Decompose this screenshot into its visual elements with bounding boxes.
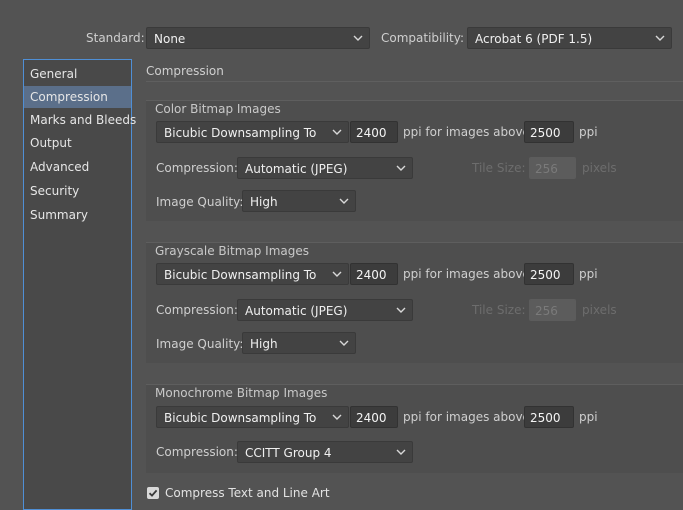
monochrome-ppi-input[interactable]: 2400 [350, 406, 398, 428]
color-tile-unit: pixels [582, 161, 617, 175]
sidebar-item-general[interactable]: General [24, 63, 131, 85]
sidebar-item-summary[interactable]: Summary [24, 204, 131, 226]
grayscale-downsampling-value: Bicubic Downsampling To [164, 268, 317, 282]
compatibility-value: Acrobat 6 (PDF 1.5) [475, 32, 593, 46]
monochrome-group-title: Monochrome Bitmap Images [155, 386, 328, 400]
grayscale-quality-value: High [250, 337, 278, 351]
monochrome-ppi-unit: ppi [579, 410, 598, 424]
category-sidebar: General Compression Marks and Bleeds Out… [23, 59, 136, 510]
chevron-down-icon [332, 264, 342, 284]
compatibility-select[interactable]: Acrobat 6 (PDF 1.5) [467, 27, 672, 49]
compress-text-checkbox[interactable] [147, 487, 159, 499]
chevron-down-icon [353, 28, 363, 48]
chevron-down-icon [396, 158, 406, 178]
export-pdf-dialog: Standard: None Compatibility: Acrobat 6 … [14, 10, 683, 510]
grayscale-tile-size-input: 256 [529, 299, 576, 321]
sidebar-item-compression[interactable]: Compression [24, 86, 131, 108]
color-downsampling-value: Bicubic Downsampling To [164, 126, 317, 140]
color-quality-select[interactable]: High [242, 190, 356, 212]
sidebar-item-advanced[interactable]: Advanced [24, 156, 131, 178]
grayscale-compression-value: Automatic (JPEG) [245, 304, 348, 318]
grayscale-downsampling-select[interactable]: Bicubic Downsampling To [156, 263, 349, 285]
color-tile-size-input: 256 [529, 157, 576, 179]
chevron-down-icon [332, 122, 342, 142]
divider [146, 81, 683, 82]
checkmark-icon [148, 489, 158, 497]
monochrome-downsampling-select[interactable]: Bicubic Downsampling To [156, 406, 349, 428]
color-compression-value: Automatic (JPEG) [245, 162, 348, 176]
compatibility-label: Compatibility: [381, 31, 465, 45]
grayscale-tile-unit: pixels [582, 303, 617, 317]
chevron-down-icon [339, 191, 349, 211]
sidebar-item-marks-and-bleeds[interactable]: Marks and Bleeds [24, 109, 136, 131]
standard-select[interactable]: None [146, 27, 370, 49]
standard-label: Standard: [86, 31, 145, 45]
sidebar-item-output[interactable]: Output [24, 132, 131, 154]
color-ppi-input[interactable]: 2400 [350, 121, 398, 143]
grayscale-ppi-above-label: ppi for images above [403, 267, 530, 281]
chevron-down-icon [655, 28, 665, 48]
grayscale-ppi-unit: ppi [579, 267, 598, 281]
grayscale-quality-select[interactable]: High [242, 332, 356, 354]
color-ppi-above-label: ppi for images above [403, 125, 530, 139]
chevron-down-icon [339, 333, 349, 353]
grayscale-group-title: Grayscale Bitmap Images [155, 244, 310, 258]
color-downsampling-select[interactable]: Bicubic Downsampling To [156, 121, 349, 143]
monochrome-ppi-above-label: ppi for images above [403, 410, 530, 424]
grayscale-ppi-above-input[interactable]: 2500 [524, 263, 574, 285]
chevron-down-icon [396, 442, 406, 462]
grayscale-ppi-input[interactable]: 2400 [350, 263, 398, 285]
monochrome-compression-value: CCITT Group 4 [245, 446, 332, 460]
standard-value: None [154, 32, 186, 46]
sidebar-item-security[interactable]: Security [24, 180, 131, 202]
color-ppi-unit: ppi [579, 125, 598, 139]
grayscale-quality-label: Image Quality: [156, 337, 244, 351]
monochrome-compression-label: Compression: [156, 445, 238, 459]
compress-text-label[interactable]: Compress Text and Line Art [165, 485, 330, 501]
monochrome-ppi-above-input[interactable]: 2500 [524, 406, 574, 428]
color-quality-label: Image Quality: [156, 195, 244, 209]
grayscale-tile-size-label: Tile Size: [472, 303, 526, 317]
grayscale-compression-select[interactable]: Automatic (JPEG) [237, 299, 413, 321]
grayscale-compression-label: Compression: [156, 303, 238, 317]
section-title: Compression [146, 64, 224, 78]
color-compression-select[interactable]: Automatic (JPEG) [237, 157, 413, 179]
color-quality-value: High [250, 195, 278, 209]
monochrome-downsampling-value: Bicubic Downsampling To [164, 411, 317, 425]
monochrome-compression-select[interactable]: CCITT Group 4 [237, 441, 413, 463]
color-compression-label: Compression: [156, 161, 238, 175]
color-tile-size-label: Tile Size: [472, 161, 526, 175]
color-ppi-above-input[interactable]: 2500 [524, 121, 574, 143]
color-group-title: Color Bitmap Images [155, 102, 281, 116]
chevron-down-icon [332, 407, 342, 427]
chevron-down-icon [396, 300, 406, 320]
